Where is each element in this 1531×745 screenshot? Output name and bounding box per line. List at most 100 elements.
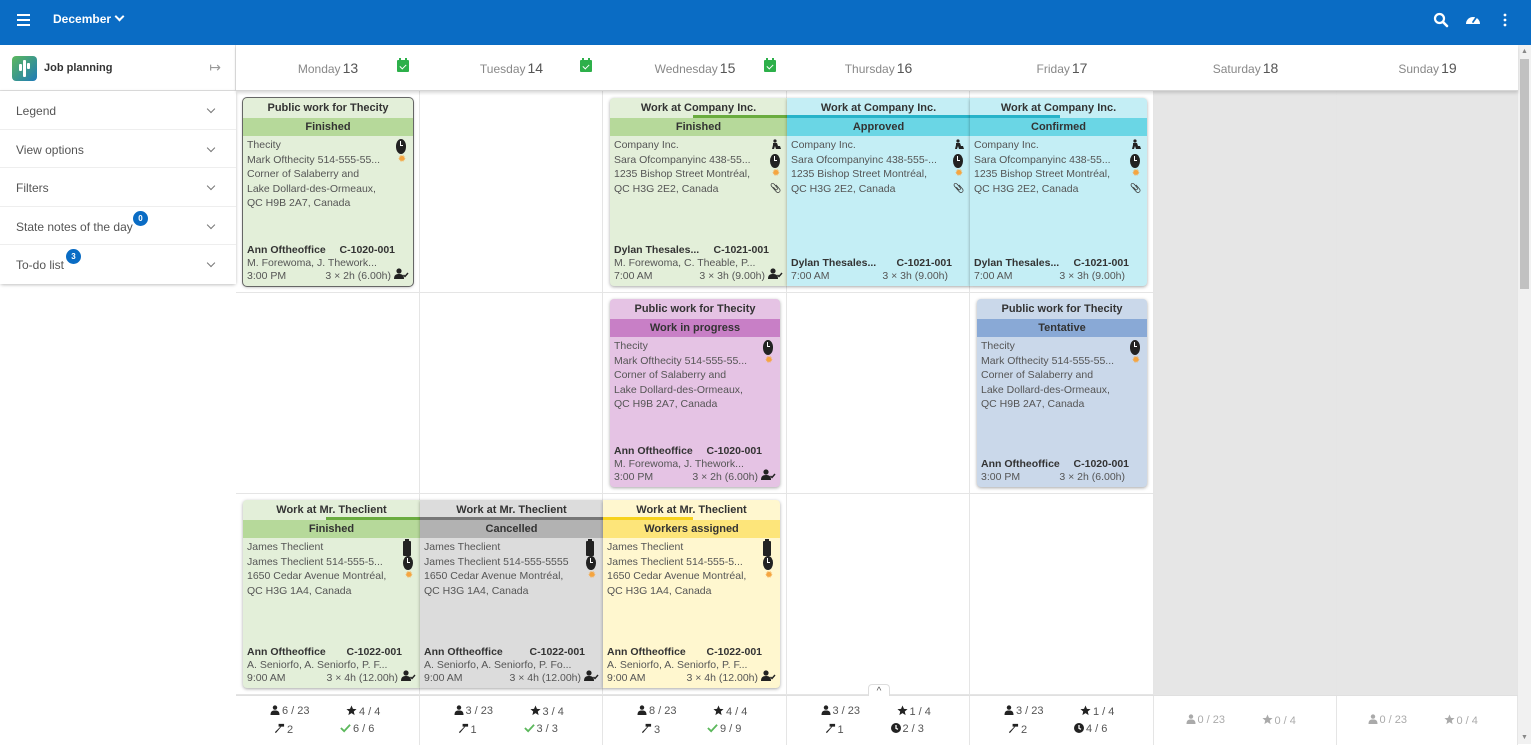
- scrollbar-thumb[interactable]: [1520, 59, 1529, 289]
- job-detail-line: QC H3G 2E2, Canada: [791, 182, 896, 195]
- job-card[interactable]: Public work for Thecity Finished Thecity Ma…: [243, 98, 413, 286]
- workers-count-value: 3 / 23: [832, 705, 861, 717]
- day-header-tuesday[interactable]: Tuesday 14: [420, 45, 603, 91]
- count-badge: 0: [133, 210, 148, 226]
- job-card[interactable]: Work at Mr. Theclient Cancelled James Thec…: [420, 500, 603, 688]
- calendar-check-icon[interactable]: [764, 58, 776, 72]
- day-header-monday[interactable]: Monday 13: [236, 45, 420, 91]
- job-owner-row: Ann Oftheoffice C-1022-001: [607, 646, 776, 659]
- job-detail-line: QC H3G 2E2, Canada: [974, 182, 1079, 195]
- day-column[interactable]: [1154, 91, 1337, 695]
- scroll-down-icon[interactable]: ▼: [1521, 734, 1528, 741]
- job-duration: 3 × 4h (12.00h): [686, 672, 758, 684]
- weather-sun-icon: ✹: [404, 570, 414, 581]
- progress-bar: [420, 517, 603, 520]
- day-header-wednesday[interactable]: Wednesday 15: [603, 45, 787, 91]
- day-name: Tuesday: [479, 62, 526, 76]
- jobs-count-value: 2: [1021, 724, 1028, 736]
- workers-icon: [1004, 705, 1016, 717]
- clipboard-icon: [586, 539, 598, 556]
- search-icon[interactable]: [1431, 10, 1451, 30]
- job-detail-line: James Theclient: [607, 541, 684, 553]
- job-detail-line: Sara Ofcompanyinc 438-555-...: [791, 153, 937, 166]
- workers-icon: [1368, 714, 1380, 726]
- day-column[interactable]: [1337, 91, 1518, 695]
- job-card[interactable]: Public work for Thecity Work in progress T…: [610, 299, 780, 487]
- clock-icon: [1130, 340, 1142, 355]
- job-detail-line: Mark Ofthecity 514-555-55...: [614, 354, 748, 367]
- job-detail-line: 1235 Bishop Street Montréal,: [974, 168, 1110, 180]
- calendar-check-icon[interactable]: [397, 58, 409, 72]
- job-card[interactable]: Work at Company Inc. Confirmed Company Inc…: [970, 98, 1147, 286]
- calendar-check-icon[interactable]: [580, 58, 592, 72]
- sidebar-item-filters[interactable]: Filters: [0, 168, 236, 207]
- sidebar-item-state-notes[interactable]: State notes of the day 0: [0, 206, 236, 245]
- workers-icon: [821, 705, 833, 717]
- day-number: 16: [896, 60, 913, 76]
- job-icons: ✹: [403, 539, 415, 585]
- jobs-count-value: 1: [837, 724, 844, 736]
- job-card[interactable]: Work at Mr. Theclient Workers assigned Jam…: [603, 500, 780, 688]
- jobs-icon: [458, 723, 471, 736]
- menu-icon[interactable]: [14, 11, 34, 31]
- vertical-scrollbar[interactable]: ▲ ▼: [1518, 45, 1531, 744]
- chevron-down-icon: [206, 143, 216, 152]
- job-time-row: 7:00 AM 3 × 3h (9.00h): [614, 270, 783, 283]
- month-selector[interactable]: December: [53, 11, 125, 26]
- progress-bar: [326, 517, 420, 520]
- job-duration: 3 × 3h (9.00h): [699, 270, 765, 282]
- sidebar-item-todo-list[interactable]: To-do list 3: [0, 245, 236, 284]
- stars-count: 1 / 4: [896, 705, 931, 718]
- stars-count: 1 / 4: [1080, 705, 1114, 718]
- collapse-right-icon[interactable]: ↦: [209, 59, 221, 76]
- sidebar-item-label: To-do list: [16, 258, 65, 272]
- job-footer: Ann Oftheoffice C-1022-001 A. Seniorfo, A.…: [424, 646, 599, 685]
- row-divider: [236, 493, 1154, 494]
- job-card[interactable]: Work at Company Inc. Finished Company Inc.…: [610, 98, 787, 286]
- job-number: C-1020-001: [706, 445, 762, 457]
- day-summary: 0 / 23 0 / 4: [1337, 696, 1518, 745]
- job-detail-line: 1650 Cedar Avenue Montréal,: [247, 570, 387, 582]
- job-title: Public work for Thecity: [1001, 303, 1123, 315]
- job-start-time: 3:00 PM: [614, 471, 654, 483]
- day-header-saturday[interactable]: Saturday 18: [1154, 45, 1337, 91]
- clock-icon: [1130, 153, 1142, 168]
- status-count-value: 3 / 3: [536, 723, 558, 735]
- job-title: Public work for Thecity: [267, 102, 389, 114]
- more-vert-icon[interactable]: [1495, 10, 1515, 30]
- job-card[interactable]: Work at Company Inc. Approved Company Inc.…: [787, 98, 970, 286]
- day-header-thursday[interactable]: Thursday 16: [787, 45, 970, 91]
- job-icons: ✹: [396, 139, 408, 168]
- row-divider: [236, 292, 1154, 293]
- day-label: Friday 17: [970, 60, 1154, 78]
- sidebar-item-legend[interactable]: Legend: [0, 91, 236, 130]
- dashboard-gauge-icon[interactable]: [1463, 10, 1483, 30]
- workers-assigned-icon: [401, 670, 416, 685]
- workers-count: 8 / 23: [637, 705, 677, 717]
- scroll-up-icon[interactable]: ▲: [1521, 48, 1528, 55]
- assigned-workers: A. Seniorfo, A. Seniorfo, P. Fo...: [424, 659, 572, 671]
- day-header-sunday[interactable]: Sunday 19: [1337, 45, 1518, 91]
- sidebar-item-view-options[interactable]: View options: [0, 129, 236, 168]
- sidebar: Job planning ↦ Legend View options Filte…: [0, 45, 236, 744]
- weather-sun-icon: ✹: [397, 153, 407, 165]
- job-number: C-1021-001: [896, 257, 952, 269]
- job-details: Company Inc. Sara Ofcompanyinc 438-55... 1…: [610, 136, 787, 198]
- day-header-friday[interactable]: Friday 17: [970, 45, 1154, 91]
- stars-count-value: 0 / 4: [1456, 715, 1478, 727]
- day-number: 17: [1071, 60, 1088, 76]
- jobs-count: 1: [458, 723, 477, 736]
- job-owner-row: Dylan Thesales... C-1021-001: [791, 257, 966, 270]
- day-label: Tuesday 14: [420, 60, 603, 78]
- job-detail-line: Corner of Salaberry and: [247, 168, 360, 180]
- job-card[interactable]: Public work for Thecity Tentative Thecity M…: [977, 299, 1147, 487]
- clock-icon: [403, 555, 415, 570]
- assigned-workers: M. Forewoma, J. Thework...: [247, 257, 377, 269]
- day-number: 14: [527, 60, 544, 76]
- stars-count-value: 3 / 4: [542, 706, 564, 718]
- expand-footer-toggle[interactable]: ^: [868, 684, 890, 697]
- stars-icon: [713, 705, 726, 718]
- job-card[interactable]: Work at Mr. Theclient Finished James Thecl…: [243, 500, 420, 688]
- job-status: Workers assigned: [603, 520, 780, 538]
- day-name: Thursday: [844, 62, 895, 76]
